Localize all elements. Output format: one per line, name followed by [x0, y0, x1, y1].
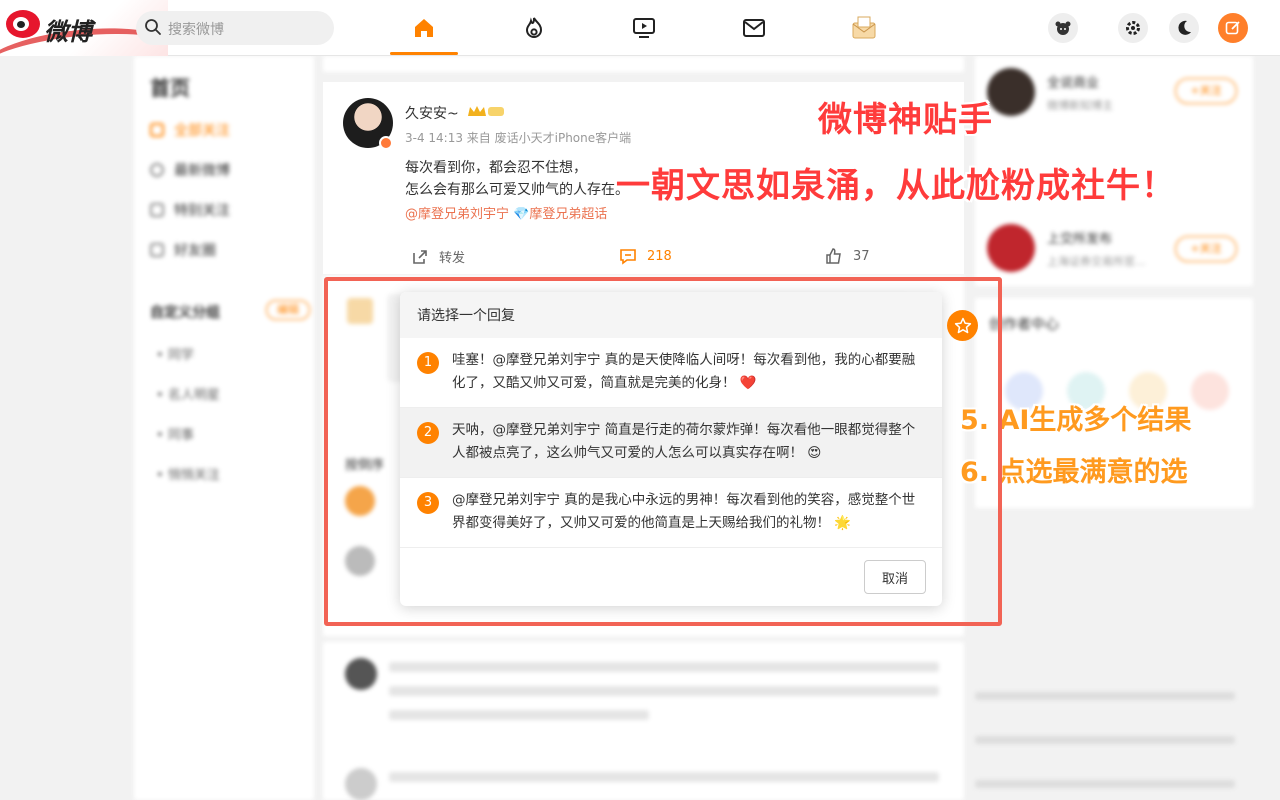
envelope-ai-icon — [347, 298, 373, 324]
sidebar-title: 首页 — [150, 76, 190, 100]
avatar — [345, 486, 375, 516]
game-icon[interactable] — [1048, 13, 1078, 43]
dialog-title: 请选择一个回复 — [400, 292, 942, 338]
comment-icon — [620, 249, 636, 265]
promo-title: 微博神贴手 — [818, 100, 993, 140]
like-button[interactable]: 37 — [825, 247, 870, 265]
post-text: 每次看到你，都会忍不住想， 怎么会有那么可爱又帅气的人存在。 — [405, 160, 629, 198]
repost-icon — [413, 249, 427, 264]
star-button[interactable] — [947, 310, 978, 341]
recommend-item[interactable]: 全说商业 微博新知博主 — [987, 68, 1113, 116]
creator-center-title: 创作者中心 — [989, 317, 1059, 333]
left-sidebar: 首页 全部关注 最新微博 特别关注 好友圈 自定义分组 编辑 • 同学 • 名人… — [134, 56, 314, 800]
message-icon[interactable] — [738, 12, 770, 44]
group-edit-button[interactable]: 编辑 — [266, 300, 310, 320]
post-tags[interactable]: @摩登兄弟刘宇宁 💎摩登兄弟超话 — [405, 203, 607, 222]
comment-button[interactable]: 218 — [619, 247, 672, 265]
list-icon — [150, 123, 164, 137]
settings-icon[interactable] — [1118, 13, 1148, 43]
follow-button[interactable]: +关注 — [1175, 236, 1237, 262]
option-text: @摩登兄弟刘宇宁 真的是我心中永远的男神！每次看到他的笑容，感觉整个世界都变得美… — [452, 492, 916, 531]
star-icon — [954, 317, 971, 333]
logo-text: 微博 — [44, 18, 92, 46]
promo-subtitle: 一朝文思如泉涌，从此尬粉成社牛！ — [616, 166, 1176, 206]
sidebar-item-all-follow[interactable]: 全部关注 — [150, 120, 230, 140]
post-meta: 3-4 14:13 来自 废话小天才iPhone客户端 — [405, 131, 632, 145]
follow-button[interactable]: +关注 — [1175, 78, 1237, 104]
user-icon — [150, 203, 164, 217]
avatar — [987, 224, 1035, 272]
cancel-button[interactable]: 取消 — [864, 560, 926, 594]
search-icon — [145, 19, 161, 35]
dark-mode-icon[interactable] — [1169, 13, 1199, 43]
avatar — [345, 768, 377, 800]
compose-icon — [1225, 21, 1240, 35]
post-username[interactable]: 久安安~ — [405, 103, 459, 123]
option-number: 3 — [417, 492, 439, 514]
avatar — [987, 68, 1035, 116]
step6-caption: 6. 点选最满意的选 — [960, 457, 1188, 488]
previous-post-card — [323, 56, 964, 72]
reply-option-2[interactable]: 2 天呐，@摩登兄弟刘宇宁 简直是行走的荷尔蒙炸弹！每次看他一眼都觉得整个人都被… — [400, 408, 942, 478]
group-item[interactable]: • 悄悄关注 — [156, 464, 220, 483]
hot-icon[interactable] — [518, 12, 550, 44]
top-bar: 微博 搜索微博 — [0, 0, 1280, 56]
reply-picker-dialog: 请选择一个回复 1 哇塞！@摩登兄弟刘宇宁 真的是天使降临人间呀！每次看到他，我… — [400, 292, 942, 606]
verified-badge — [379, 136, 393, 150]
avatar — [345, 658, 377, 690]
vip-crown-icon — [468, 106, 504, 116]
option-number: 2 — [417, 422, 439, 444]
group-item[interactable]: • 同学 — [156, 344, 194, 363]
home-icon[interactable] — [408, 12, 440, 44]
weibo-eye-icon — [6, 10, 40, 38]
footer-links — [975, 676, 1253, 800]
post-actions: 转发 218 37 — [411, 247, 871, 267]
thumbs-up-icon — [826, 248, 841, 264]
search-input[interactable]: 搜索微博 — [136, 11, 334, 45]
option-number: 1 — [417, 352, 439, 374]
envelope-ai-icon[interactable] — [848, 12, 880, 44]
group-item[interactable]: • 同事 — [156, 424, 194, 443]
search-placeholder: 搜索微博 — [168, 22, 224, 38]
compose-button[interactable] — [1218, 13, 1248, 43]
sidebar-item-friends[interactable]: 好友圈 — [150, 240, 216, 260]
recommend-item[interactable]: 上交所发布 上海证券交易所官... — [987, 224, 1146, 272]
sidebar-item-special[interactable]: 特别关注 — [150, 200, 230, 220]
option-text: 天呐，@摩登兄弟刘宇宁 简直是行走的荷尔蒙炸弹！每次看他一眼都觉得整个人都被点亮… — [452, 422, 916, 461]
avatar — [345, 546, 375, 576]
sidebar-item-latest[interactable]: 最新微博 — [150, 160, 230, 180]
repost-button[interactable]: 转发 — [411, 247, 465, 266]
clock-icon — [150, 163, 164, 177]
custom-group-title: 自定义分组 — [150, 305, 220, 321]
video-icon[interactable] — [628, 12, 660, 44]
friends-icon — [150, 243, 164, 257]
active-tab-indicator — [390, 52, 458, 55]
dialog-footer: 取消 — [400, 548, 942, 606]
option-text: 哇塞！@摩登兄弟刘宇宁 真的是天使降临人间呀！每次看到他，我的心都要融化了，又酷… — [452, 352, 916, 391]
reply-option-1[interactable]: 1 哇塞！@摩登兄弟刘宇宁 真的是天使降临人间呀！每次看到他，我的心都要融化了，… — [400, 338, 942, 408]
group-item[interactable]: • 名人明星 — [156, 384, 220, 403]
comment-list — [323, 642, 964, 800]
reply-option-3[interactable]: 3 @摩登兄弟刘宇宁 真的是我心中永远的男神！每次看到他的笑容，感觉整个世界都变… — [400, 478, 942, 548]
step5-caption: 5. AI生成多个结果 — [960, 405, 1192, 436]
sort-label[interactable]: 按倒序 — [345, 454, 384, 473]
